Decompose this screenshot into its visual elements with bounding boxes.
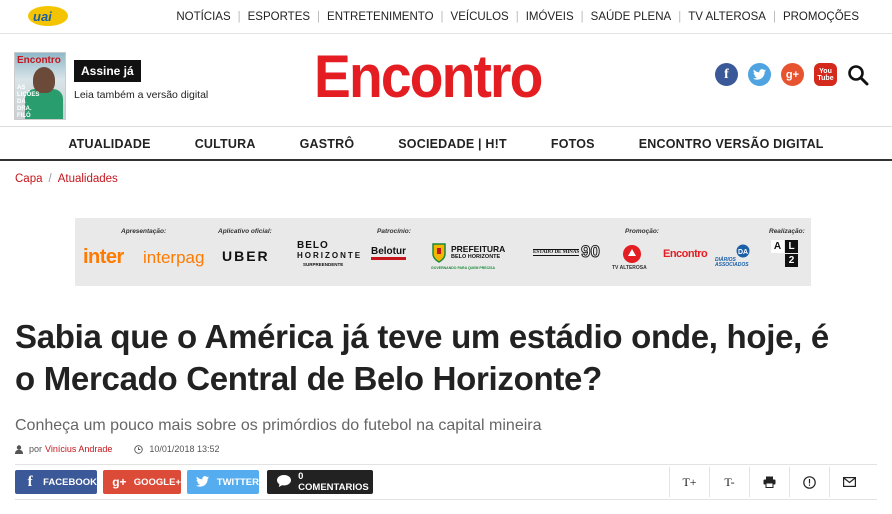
article-subtitle: Conheça um pouco mais sobre os primórdio… (15, 417, 542, 434)
breadcrumb: Capa / Atualidades (15, 173, 118, 185)
interpag-logo: interpag (143, 248, 205, 267)
section-nav-cultura[interactable]: CULTURA (195, 137, 256, 151)
googleplus-icon[interactable]: g+ (781, 63, 804, 86)
diarios-associados-icon: DA (736, 244, 750, 258)
top-nav-veiculos[interactable]: VEÍCULOS (444, 10, 516, 24)
comments-label: 0 COMENTARIOS (298, 471, 369, 493)
top-bar: uai NOTÍCIAS | ESPORTES | ENTRETENIMENTO | … (0, 0, 892, 34)
label-promocao: Promoção: (625, 228, 659, 235)
label-patrocinio: Patrocínio: (377, 228, 411, 235)
facebook-icon: f (27, 473, 33, 490)
search-icon[interactable] (847, 64, 869, 86)
prefeitura-tagline: GOVERNANDO PARA QUEM PRECISA (431, 266, 495, 270)
site-header: Encontro AS LIÇÕES DA DRA. FILÓ Assine j… (0, 35, 892, 127)
article-title: Sabia que o América já teve um estádio o… (15, 318, 829, 397)
site-logo[interactable]: Encontro (314, 45, 543, 109)
envelope-icon (843, 477, 856, 487)
report-error-button[interactable] (789, 467, 829, 497)
tv-alterosa-logo: TV ALTEROSA (612, 265, 647, 271)
alert-icon (803, 475, 816, 489)
sponsor-banner[interactable]: Apresentação: Aplicativo oficial: Patroc… (75, 218, 811, 286)
top-nav-saude-plena[interactable]: SAÚDE PLENA (584, 10, 679, 24)
section-nav-fotos[interactable]: FOTOS (551, 137, 595, 151)
estado-de-minas-logo: ESTADO DE MINAS (533, 249, 580, 256)
uai-logo[interactable]: uai (26, 4, 70, 28)
top-nav: NOTÍCIAS | ESPORTES | ENTRETENIMENTO | VEÍC… (169, 10, 866, 24)
belotur-logo: Belotur (371, 246, 406, 260)
top-nav-esportes[interactable]: ESPORTES (241, 10, 317, 24)
magazine-cover[interactable]: Encontro AS LIÇÕES DA DRA. FILÓ (14, 52, 66, 120)
prefeitura-crest-icon (432, 243, 446, 263)
share-twitter-label: TWITTER (216, 476, 259, 488)
top-nav-promocoes[interactable]: PROMOÇÕES (776, 10, 866, 24)
magazine-cover-line: AS LIÇÕES DA DRA. FILÓ (17, 85, 40, 119)
printer-icon (763, 476, 776, 488)
facebook-icon[interactable]: f (715, 63, 738, 86)
section-nav-sociedade[interactable]: SOCIEDADE | H!T (398, 137, 507, 151)
top-nav-imoveis[interactable]: IMÓVEIS (519, 10, 581, 24)
top-nav-tv-alterosa[interactable]: TV ALTEROSA (681, 10, 773, 24)
twitter-icon[interactable]: t (748, 63, 771, 86)
font-decrease-button[interactable]: T- (709, 467, 749, 497)
digital-version-link[interactable]: Leia também a versão digital (74, 89, 208, 101)
diarios-associados-logo: DIÁRIOS ASSOCIADOS (715, 257, 749, 268)
share-facebook-button[interactable]: f FACEBOOK (15, 470, 97, 494)
article-date: 10/01/2018 13:52 (149, 444, 220, 454)
font-increase-button[interactable]: T+ (669, 467, 709, 497)
prefeitura-logo-top: PREFEITURA (451, 244, 506, 254)
article-author[interactable]: Vinícius Andrade (45, 444, 112, 454)
article-by-label: por (29, 444, 43, 454)
share-bar: f FACEBOOK g+ GOOGLE+ TWITTER 0 COMENTAR… (15, 464, 877, 500)
subscribe-button[interactable]: Assine já (74, 60, 141, 82)
section-nav-atualidade[interactable]: ATUALIDADE (68, 137, 150, 151)
svg-text:DA: DA (738, 249, 748, 256)
comment-icon (275, 474, 292, 490)
uber-logo: UBER (222, 248, 270, 264)
comments-button[interactable]: 0 COMENTARIOS (267, 470, 373, 494)
section-nav-versao-digital[interactable]: ENCONTRO VERSÃO DIGITAL (639, 137, 824, 151)
label-aplicativo: Aplicativo oficial: (218, 228, 272, 235)
uai-logo-text: uai (33, 9, 52, 24)
top-nav-noticias[interactable]: NOTÍCIAS (169, 10, 237, 24)
top-nav-entretenimento[interactable]: ENTRETENIMENTO (320, 10, 441, 24)
tv-alterosa-icon (623, 245, 641, 263)
youtube-icon[interactable]: You Tube (814, 63, 837, 86)
section-nav-gastro[interactable]: GASTRÔ (300, 137, 355, 151)
share-googleplus-button[interactable]: g+ GOOGLE+ (103, 470, 181, 494)
label-apresentacao: Apresentação: (121, 228, 167, 235)
belo-horizonte-logo-mid: HORIZONTE (297, 251, 363, 260)
inter-logo: inter (83, 246, 124, 268)
al2-logo: A L 2 (771, 240, 801, 270)
twitter-icon (195, 475, 211, 490)
share-googleplus-label: GOOGLE+ (133, 476, 181, 488)
email-button[interactable] (829, 467, 869, 497)
share-twitter-button[interactable]: TWITTER (187, 470, 259, 494)
breadcrumb-home[interactable]: Capa (15, 173, 43, 185)
share-facebook-label: FACEBOOK (43, 476, 97, 488)
clock-icon (134, 444, 144, 454)
author-icon (15, 444, 23, 454)
section-nav: ATUALIDADE CULTURA GASTRÔ SOCIEDADE | H!… (0, 128, 892, 161)
ninety-years-logo: 90 (581, 242, 601, 262)
print-button[interactable] (749, 467, 789, 497)
breadcrumb-section[interactable]: Atualidades (58, 173, 118, 185)
label-realizacao: Realização: (769, 228, 805, 235)
encontro-sponsor-logo: Encontro (663, 248, 708, 260)
googleplus-icon: g+ (112, 475, 127, 489)
prefeitura-logo-bottom: BELO HORIZONTE (451, 254, 501, 260)
magazine-cover-title: Encontro (17, 55, 61, 66)
belo-horizonte-logo-sub: SURPREENDENTE (303, 262, 344, 267)
article-meta: por Vinícius Andrade 10/01/2018 13:52 (15, 444, 219, 454)
belo-horizonte-logo-top: BELO (297, 240, 329, 251)
